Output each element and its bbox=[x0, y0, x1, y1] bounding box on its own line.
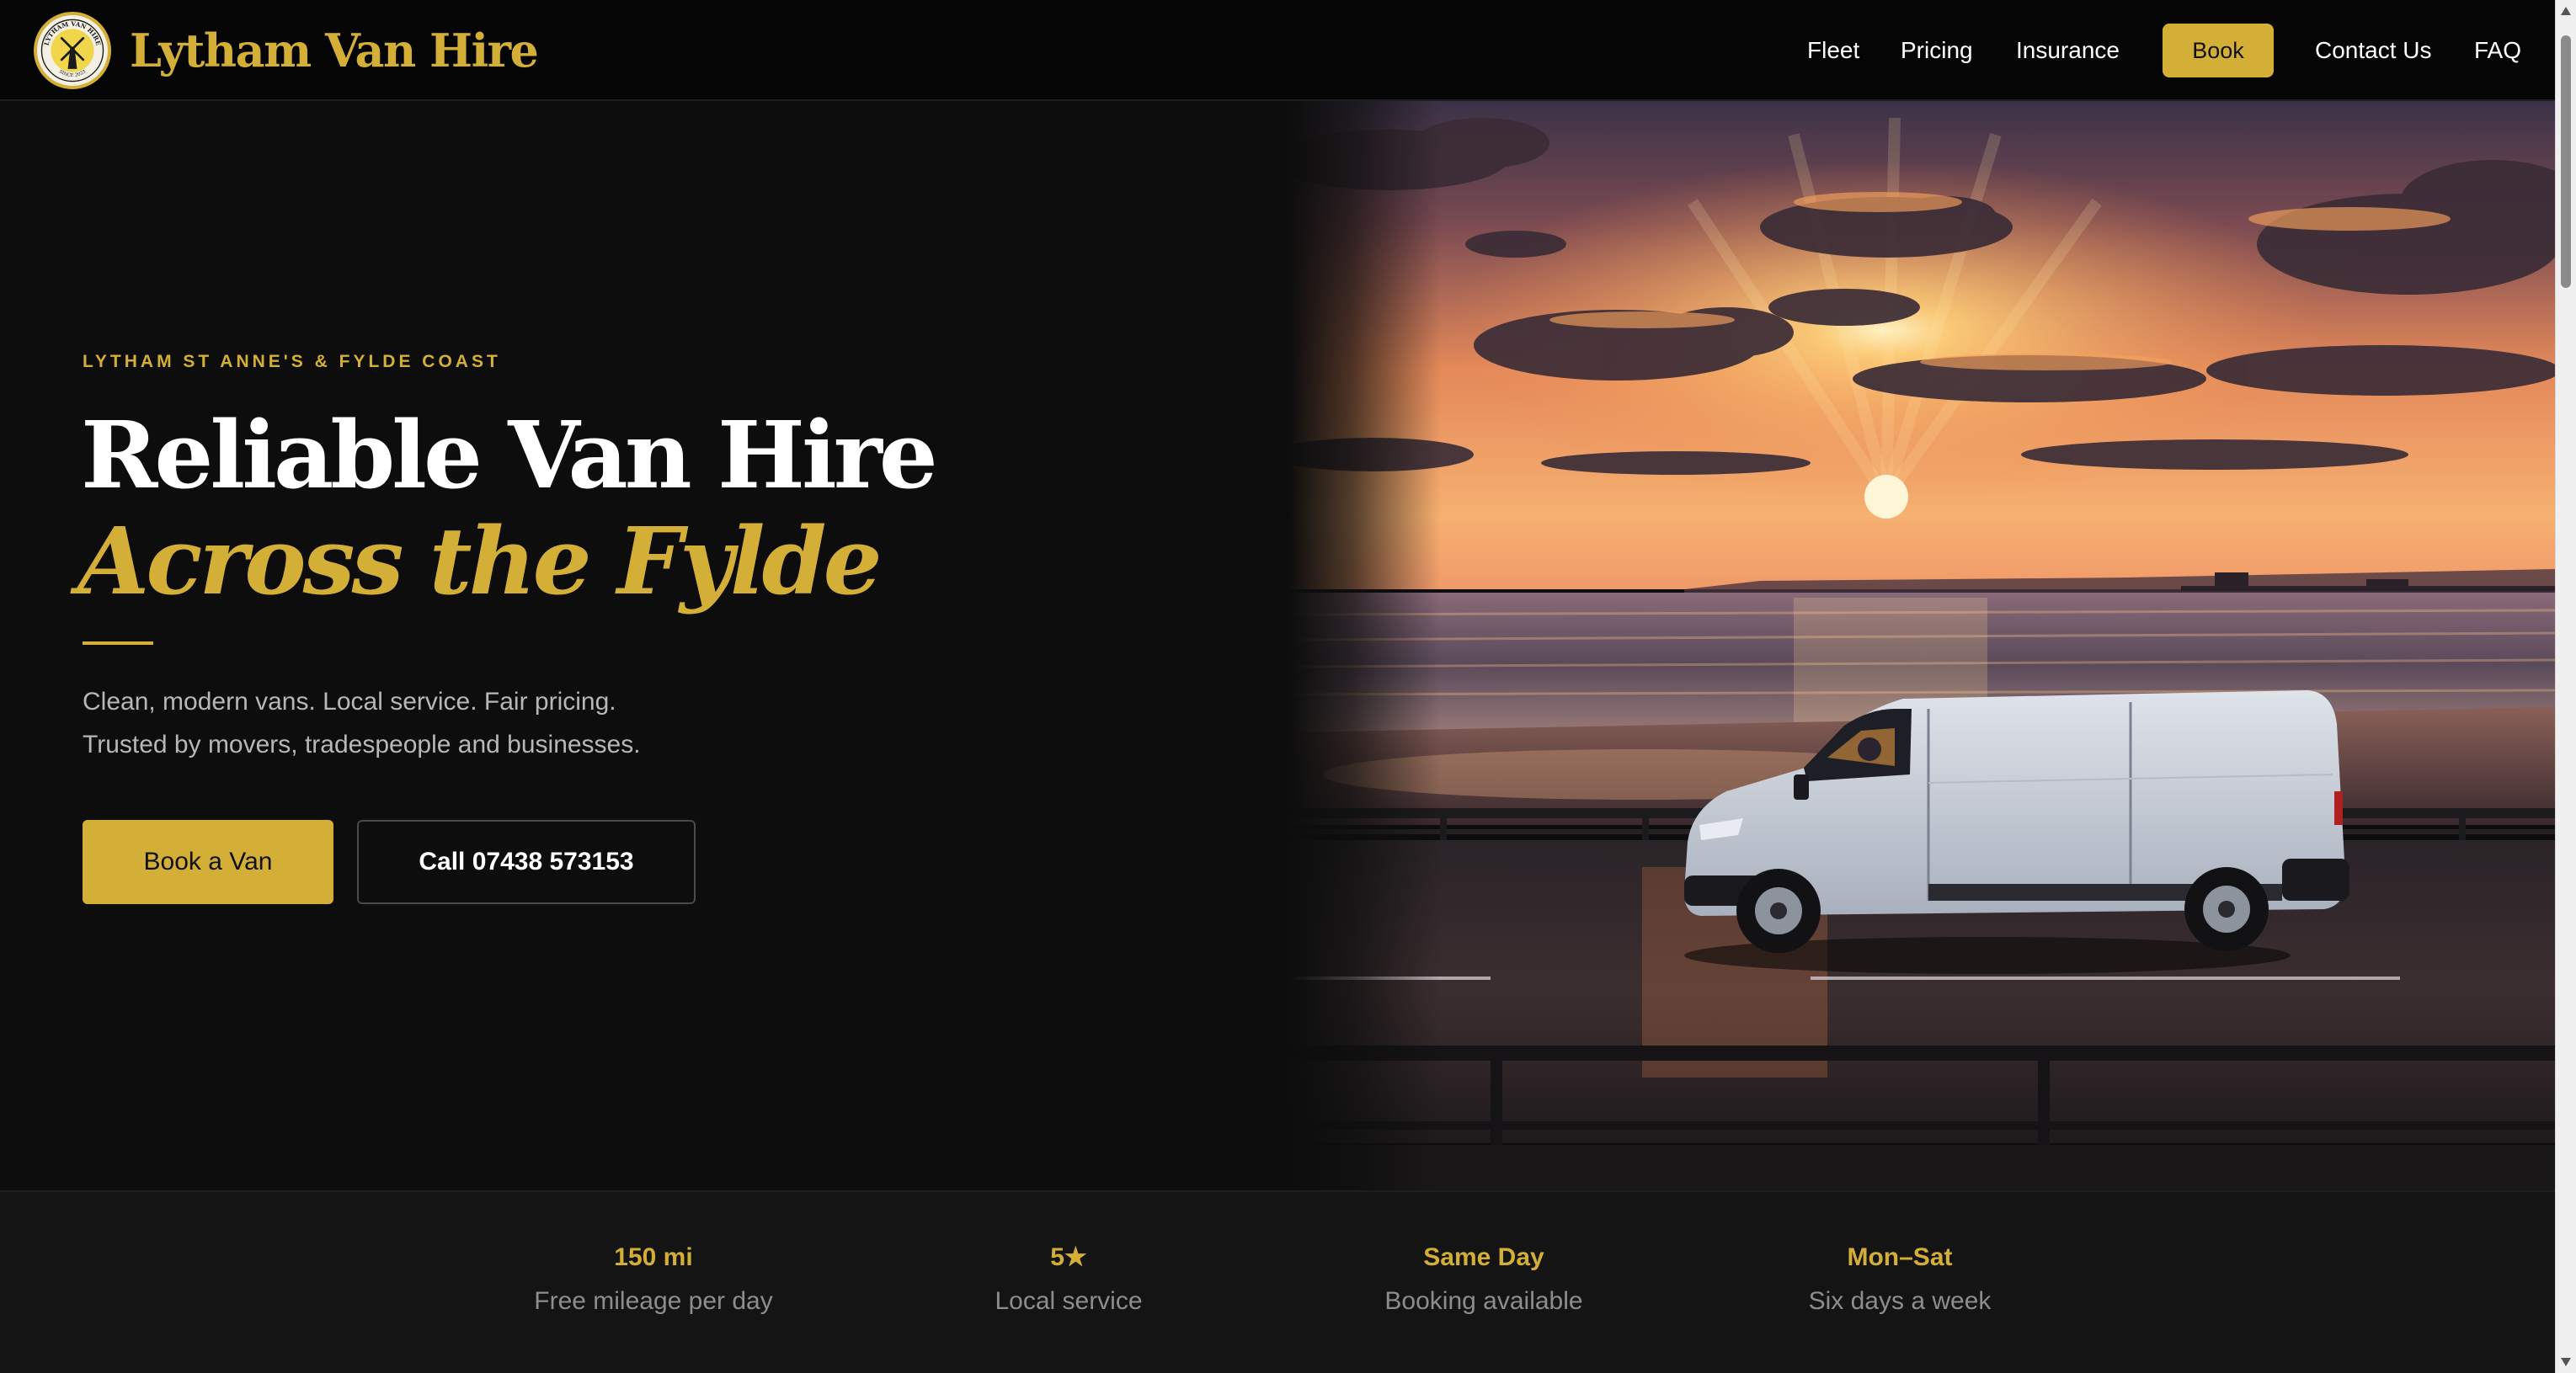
nav-contact[interactable]: Contact Us bbox=[2315, 32, 2432, 69]
hero-divider bbox=[83, 641, 153, 645]
stat-label: Free mileage per day bbox=[534, 1287, 773, 1315]
hero-subline-1: Clean, modern vans. Local service. Fair … bbox=[83, 688, 616, 716]
scroll-up-icon[interactable] bbox=[2561, 7, 2571, 15]
nav-fleet[interactable]: Fleet bbox=[1807, 32, 1859, 69]
nav-pricing[interactable]: Pricing bbox=[1901, 32, 1973, 69]
hero-text-panel bbox=[0, 101, 1288, 1190]
stat-booking: Same Day Booking available bbox=[1315, 1239, 1652, 1327]
stat-label: Local service bbox=[995, 1287, 1143, 1315]
sunset-van-illustration bbox=[1288, 101, 2555, 1190]
hero-eyebrow: LYTHAM ST ANNE'S & FYLDE COAST bbox=[83, 352, 501, 371]
stat-label: Six days a week bbox=[1808, 1287, 1992, 1315]
stats-strip: 150 mi Free mileage per day 5★ Local ser… bbox=[0, 1190, 2555, 1373]
hero-subline-2: Trusted by movers, tradespeople and busi… bbox=[83, 731, 641, 758]
stat-value: Mon–Sat bbox=[1847, 1243, 1953, 1271]
stat-label: Booking available bbox=[1384, 1287, 1583, 1315]
scroll-thumb[interactable] bbox=[2561, 35, 2571, 288]
logo[interactable]: LYTHAM VAN HIRE SINCE 2023 bbox=[34, 12, 111, 89]
stat-value: 150 mi bbox=[614, 1243, 693, 1271]
windmill-icon: LYTHAM VAN HIRE SINCE 2023 bbox=[40, 19, 104, 82]
stat-value: Same Day bbox=[1423, 1243, 1544, 1271]
site-header: LYTHAM VAN HIRE SINCE 2023 Lytham Van Hi… bbox=[0, 0, 2555, 101]
stat-hours: Mon–Sat Six days a week bbox=[1731, 1239, 2068, 1327]
scroll-down-icon[interactable] bbox=[2561, 1358, 2571, 1366]
page-scrollbar[interactable] bbox=[2555, 0, 2576, 1373]
hero-headline: Reliable Van Hire bbox=[81, 401, 938, 509]
book-van-button[interactable]: Book a Van bbox=[83, 820, 333, 904]
hero-headline-accent: Across the Fylde bbox=[77, 507, 883, 615]
stat-mileage: 150 mi Free mileage per day bbox=[485, 1239, 822, 1327]
brand-title[interactable]: Lytham Van Hire bbox=[130, 20, 539, 81]
hero-image bbox=[1288, 101, 2555, 1190]
stat-value: 5★ bbox=[1050, 1243, 1087, 1271]
stat-rating: 5★ Local service bbox=[900, 1239, 1237, 1327]
nav-insurance[interactable]: Insurance bbox=[2016, 32, 2120, 69]
nav-faq[interactable]: FAQ bbox=[2474, 32, 2521, 69]
call-button[interactable]: Call 07438 573153 bbox=[357, 820, 696, 904]
nav-book-button[interactable]: Book bbox=[2163, 24, 2274, 77]
